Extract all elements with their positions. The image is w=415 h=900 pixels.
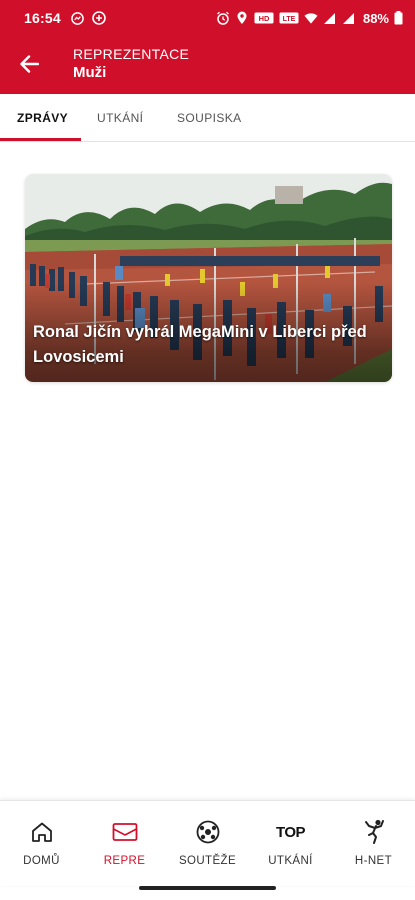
status-left-icons [71,11,106,25]
status-bar: 16:54 HD LTE 88% [0,0,415,36]
nav-item-utkani[interactable]: TOP UTKÁNÍ [249,801,332,886]
header: 16:54 HD LTE 88% REPREZENTACE Muži [0,0,415,94]
status-time: 16:54 [24,10,61,26]
tab-soupiska[interactable]: SOUPISKA [177,94,242,142]
tab-zpravy[interactable]: ZPRÁVY [17,94,68,142]
back-button[interactable] [14,51,44,81]
top-icon: TOP [275,823,306,841]
app-bar: REPREZENTACE Muži [0,36,415,94]
nav-item-domu[interactable]: DOMŮ [0,801,83,886]
page-subtitle: REPREZENTACE [73,46,190,62]
nav-item-repre[interactable]: REPRE [83,801,166,886]
battery-icon [394,11,403,25]
arrow-left-icon [19,54,40,78]
tab-label: ZPRÁVY [17,111,69,125]
jersey-icon [112,819,138,845]
nav-label: H-NET [354,855,393,867]
alarm-icon [216,11,230,25]
nav-item-souteze[interactable]: SOUTĚŽE [166,801,249,886]
svg-text:LTE: LTE [283,16,296,23]
signal-icon-2 [342,11,356,25]
volte-icon: LTE [279,11,299,25]
nav-label: UTKÁNÍ [268,855,313,867]
bottom-nav: DOMŮ REPRE SOUTĚŽE TOP UTKÁNÍ H-NET [0,800,415,886]
battery-percent: 88% [362,10,389,26]
wifi-icon [304,11,318,25]
location-icon [235,11,249,25]
gesture-bar[interactable] [139,886,276,890]
player-icon [361,819,387,845]
nav-label: DOMŮ [23,855,60,867]
tab-label: UTKÁNÍ [97,111,144,125]
active-tab-indicator [0,138,81,141]
nav-label: REPRE [103,855,146,867]
messenger-icon [71,11,85,25]
status-right-icons: HD LTE 88% [216,11,403,26]
page-title: Muži [73,64,107,81]
tab-utkani[interactable]: UTKÁNÍ [97,94,143,142]
data-saver-icon [92,11,106,25]
tab-label: SOUPISKA [177,111,242,125]
title-block: REPREZENTACE Muži [73,46,189,81]
home-icon [29,819,55,845]
ball-icon [195,819,221,845]
signal-icon [323,11,337,25]
app-root: 16:54 HD LTE 88% REPREZENTACE Muži ZPRÁV… [0,0,415,900]
hd-voice-icon: HD [254,11,274,25]
tab-bar: ZPRÁVY UTKÁNÍ SOUPISKA [0,94,415,142]
news-title: Ronal Jičín vyhrál MegaMini v Liberci př… [33,323,367,366]
news-card[interactable]: Ronal Jičín vyhrál MegaMini v Liberci př… [25,174,392,382]
svg-text:HD: HD [259,14,270,23]
nav-label: SOUTĚŽE [178,855,237,867]
nav-item-h-net[interactable]: H-NET [332,801,415,886]
